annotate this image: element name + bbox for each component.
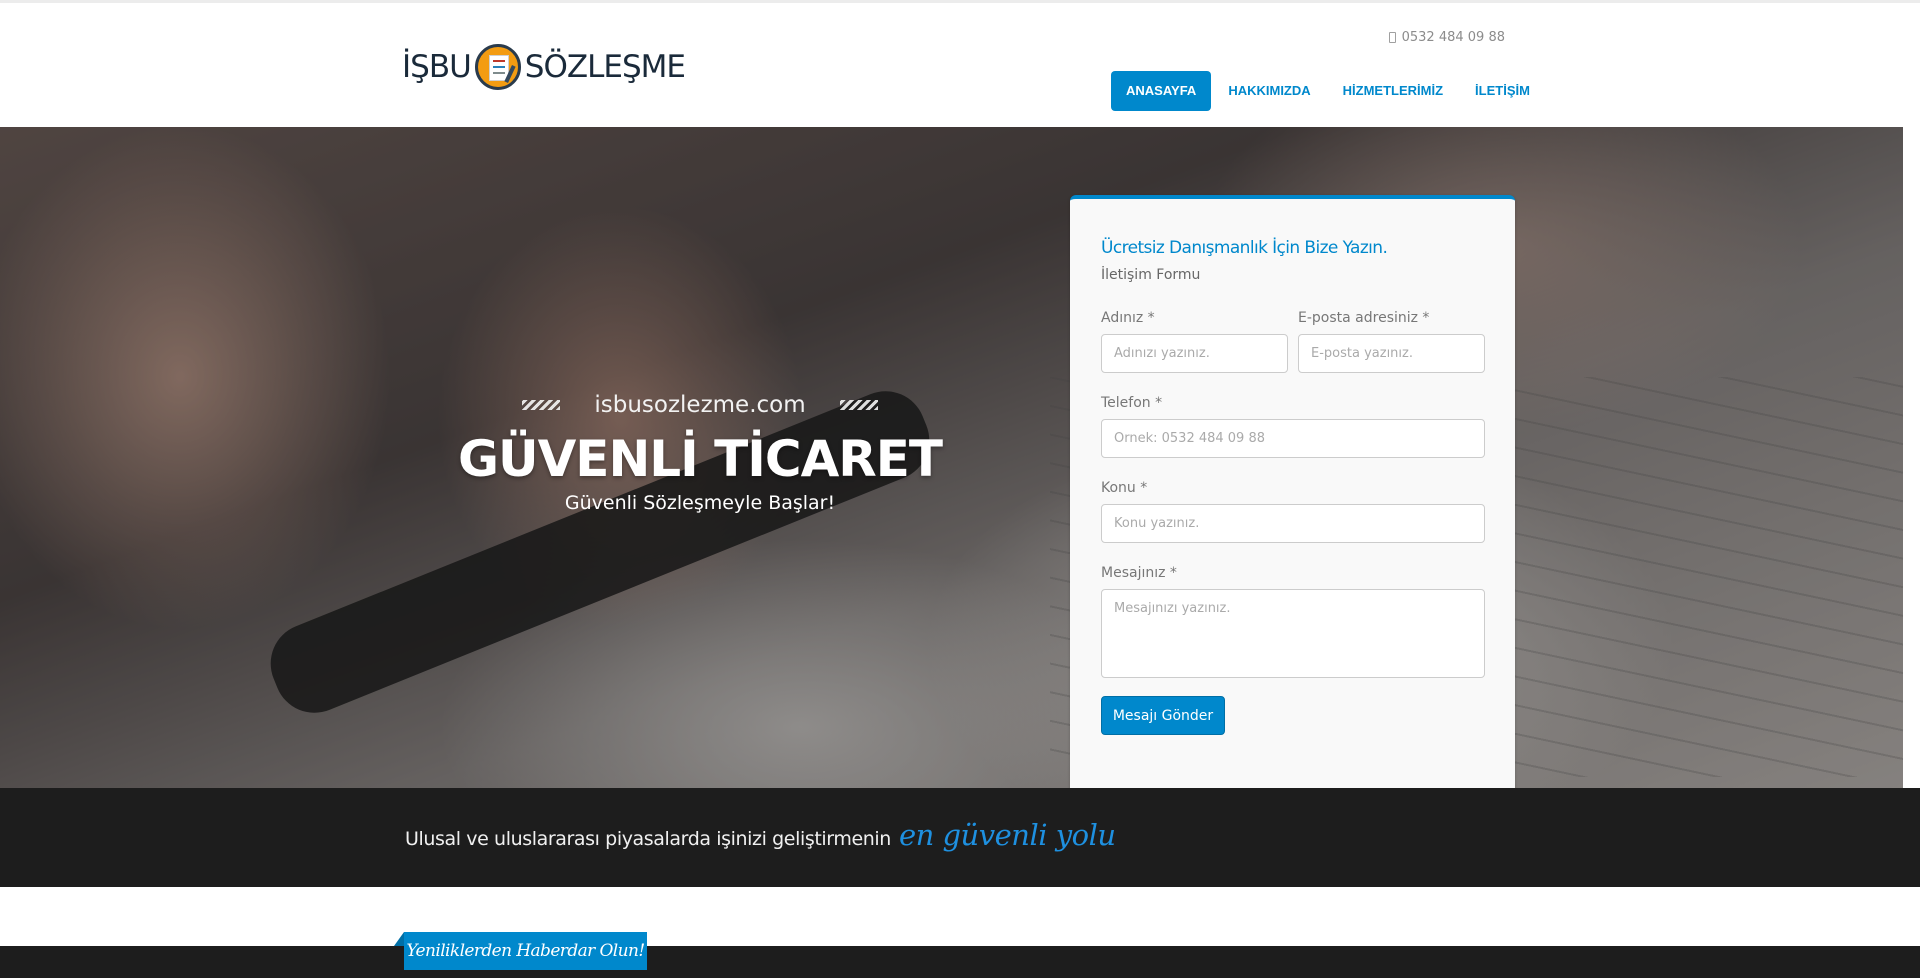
hero-subtitle: Güvenli Sözleşmeyle Başlar! <box>564 492 836 514</box>
phone-number: 0532 484 09 88 <box>1401 30 1505 45</box>
mobile-phone-icon <box>1388 32 1396 43</box>
contract-document-icon <box>474 44 521 90</box>
site-logo[interactable]: İŞBU SÖZLEŞME <box>402 43 686 91</box>
email-label: E-posta adresiniz * <box>1298 310 1430 326</box>
contact-form: Ücretsiz Danışmanlık İçin Bize Yazın. İl… <box>1070 195 1515 809</box>
tagline-accent: en güvenli yolu <box>898 818 1116 852</box>
send-message-button[interactable]: Mesajı Gönder <box>1101 696 1225 735</box>
form-title: Ücretsiz Danışmanlık İçin Bize Yazın. <box>1101 238 1388 258</box>
phone-input[interactable] <box>1101 419 1485 458</box>
name-input[interactable] <box>1101 334 1288 373</box>
hero-site-name: isbusozlezme.com <box>594 392 806 418</box>
news-section-bar <box>0 946 1920 978</box>
tagline-text: Ulusal ve uluslararası piyasalarda işini… <box>405 828 891 850</box>
logo-text-left: İŞBU <box>402 49 472 85</box>
logo-text-right: SÖZLEŞME <box>524 49 686 85</box>
main-nav: ANASAYFA HAKKIMIZDA HİZMETLERİMİZ İLETİŞ… <box>1111 71 1547 111</box>
nav-item-hakkimizda[interactable]: HAKKIMIZDA <box>1213 71 1325 111</box>
form-subtitle: İletişim Formu <box>1101 267 1201 283</box>
subject-input[interactable] <box>1101 504 1485 543</box>
message-textarea[interactable] <box>1101 589 1485 678</box>
email-input[interactable] <box>1298 334 1485 373</box>
news-tab[interactable]: Yeniliklerden Haberdar Olun! <box>394 932 647 970</box>
phone-label: Telefon * <box>1101 395 1163 411</box>
hero-title: GÜVENLİ TİCARET <box>457 430 943 488</box>
tagline: Ulusal ve uluslararası piyasalarda işini… <box>405 818 1116 852</box>
subject-label: Konu * <box>1101 480 1148 496</box>
stripe-decoration-left <box>522 400 561 410</box>
tagline-band: Ulusal ve uluslararası piyasalarda işini… <box>0 788 1920 887</box>
name-label: Adınız * <box>1101 310 1155 326</box>
nav-item-anasayfa[interactable]: ANASAYFA <box>1111 71 1212 111</box>
nav-item-iletisim[interactable]: İLETİŞİM <box>1460 71 1545 111</box>
message-label: Mesajınız * <box>1101 565 1177 581</box>
header-phone: 0532 484 09 88 <box>1388 30 1505 45</box>
site-header: İŞBU SÖZLEŞME 0532 484 09 88 ANASAYFA HA… <box>0 3 1920 127</box>
hero-banner: isbusozlezme.com GÜVENLİ TİCARET Güvenli… <box>0 127 1903 788</box>
stripe-decoration-right <box>839 400 878 410</box>
hero-text: isbusozlezme.com GÜVENLİ TİCARET Güvenli… <box>440 392 960 514</box>
nav-item-hizmetlerimiz[interactable]: HİZMETLERİMİZ <box>1328 71 1458 111</box>
